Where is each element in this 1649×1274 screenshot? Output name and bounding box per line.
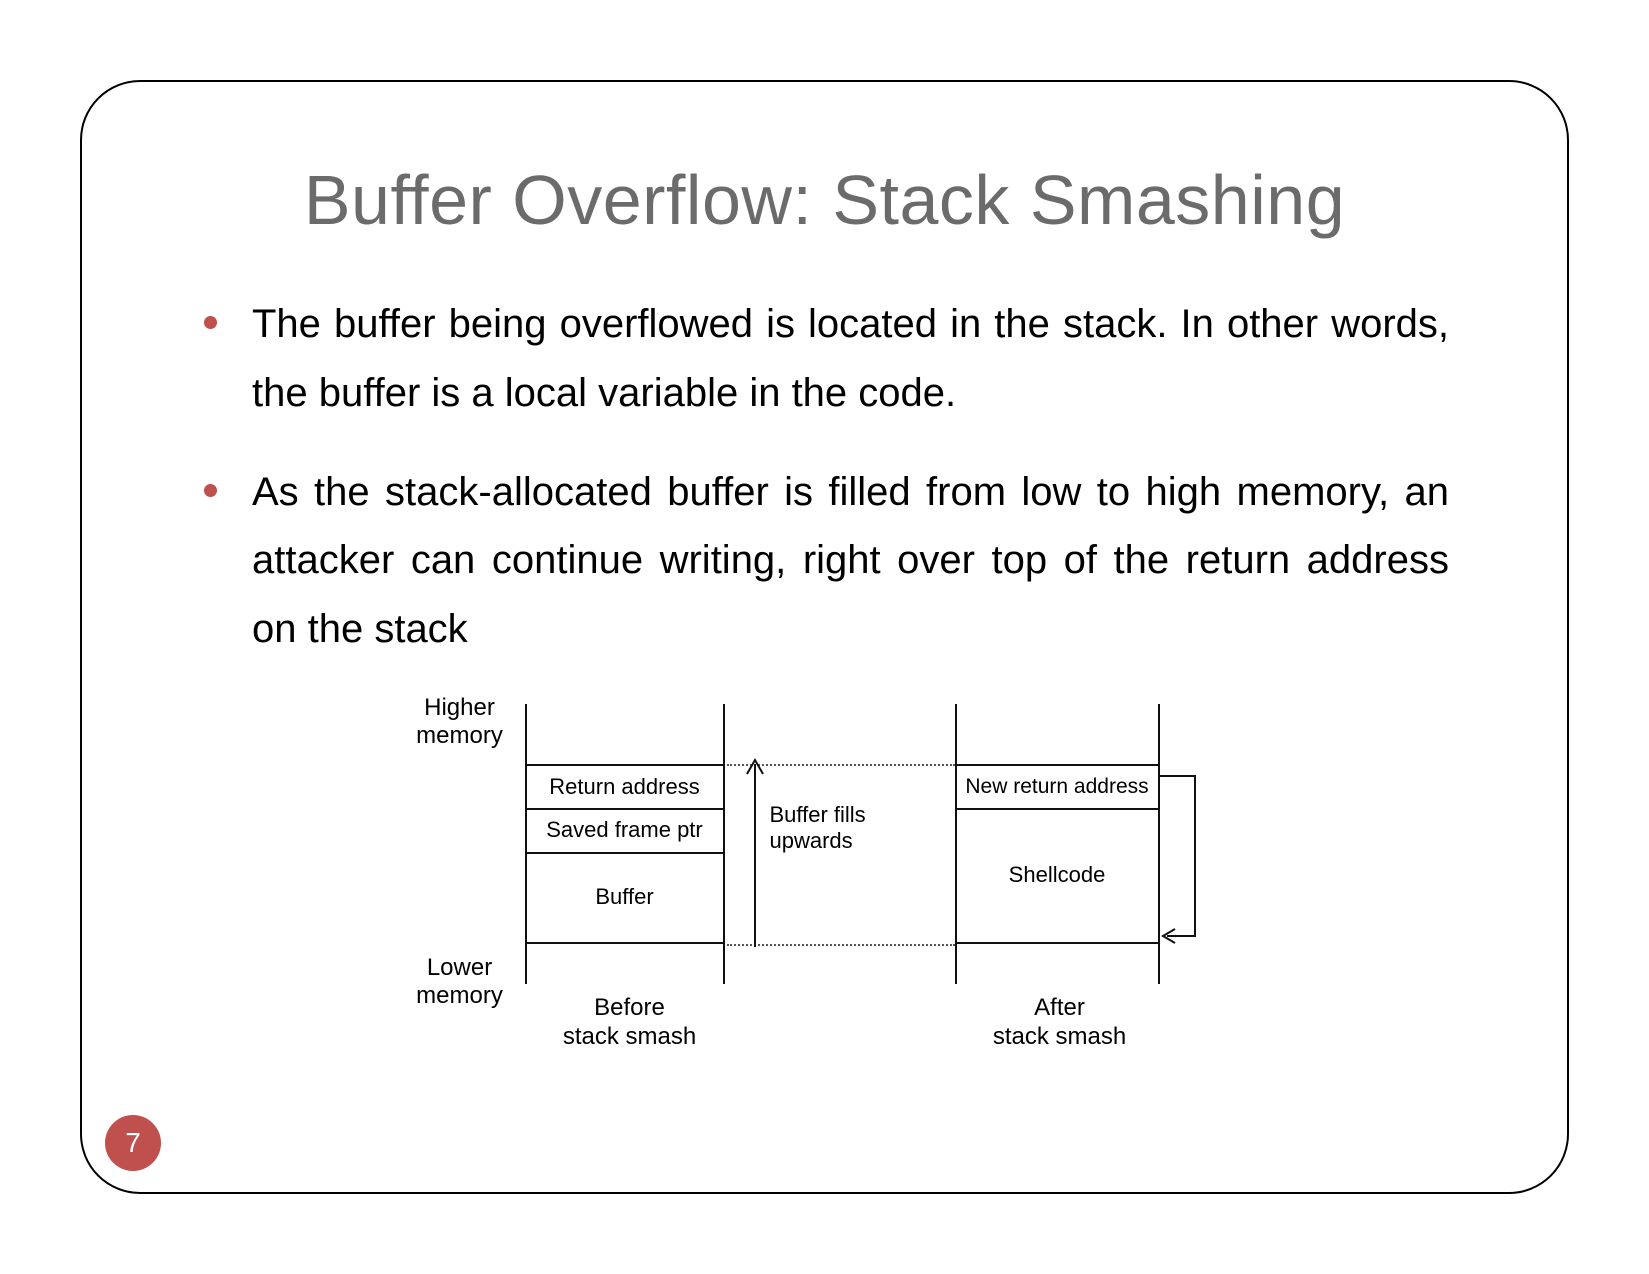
before-caption: Before stack smash bbox=[545, 994, 715, 1052]
slide-title: Buffer Overflow: Stack Smashing bbox=[150, 160, 1499, 240]
bullet-list: The buffer being overflowed is located i… bbox=[150, 290, 1499, 664]
after-stack: New return address Shellcode bbox=[955, 704, 1160, 984]
stack-cell-return-address: Return address bbox=[525, 764, 725, 810]
return-pointer-arrow-icon bbox=[1157, 764, 1212, 954]
stack-cell-new-return-address: New return address bbox=[955, 764, 1160, 810]
before-stack: Return address Saved frame ptr Buffer bbox=[525, 704, 725, 984]
bullet-item: As the stack-allocated buffer is filled … bbox=[200, 458, 1449, 664]
cell-label: Saved frame ptr bbox=[546, 817, 703, 843]
stack-cell-saved-frame-ptr: Saved frame ptr bbox=[525, 808, 725, 854]
cell-label: Return address bbox=[549, 774, 699, 800]
lower-memory-label: Lower memory bbox=[405, 954, 515, 1009]
bullet-item: The buffer being overflowed is located i… bbox=[200, 290, 1449, 428]
cell-label: New return address bbox=[965, 775, 1148, 799]
arrow-up-icon bbox=[735, 752, 775, 952]
page-number-badge: 7 bbox=[105, 1115, 161, 1171]
cell-label: Shellcode bbox=[1009, 862, 1106, 888]
stack-cell-shellcode: Shellcode bbox=[955, 808, 1160, 944]
higher-memory-label: Higher memory bbox=[405, 694, 515, 749]
stack-diagram: Higher memory Lower memory Return addres… bbox=[415, 694, 1235, 1094]
slide: Buffer Overflow: Stack Smashing The buff… bbox=[0, 0, 1649, 1274]
cell-label: Buffer bbox=[595, 884, 653, 910]
after-caption: After stack smash bbox=[975, 994, 1145, 1052]
slide-content: Buffer Overflow: Stack Smashing The buff… bbox=[80, 80, 1569, 1194]
stack-cell-buffer: Buffer bbox=[525, 852, 725, 944]
arrow-label: Buffer fills upwards bbox=[770, 802, 910, 855]
page-number: 7 bbox=[125, 1127, 141, 1159]
